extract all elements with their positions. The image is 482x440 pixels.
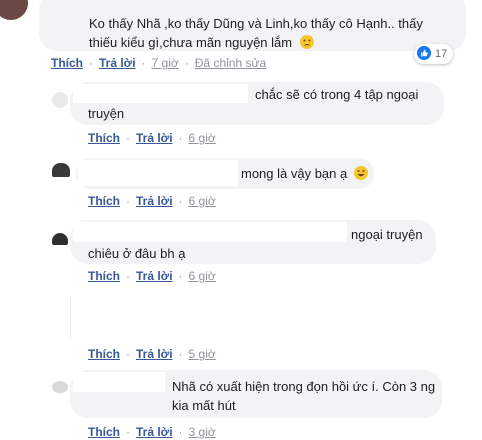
- comment-bubble: Ko thấy Nhã ,ko thấy Dũng và Linh,ko thấ…: [39, 0, 466, 51]
- reply-link[interactable]: Trả lời: [99, 56, 136, 70]
- comment-actions: Thích · Trả lời · 6 giờ: [88, 131, 216, 145]
- reaction-count-value: 17: [435, 48, 448, 60]
- like-link[interactable]: Thích: [88, 269, 120, 283]
- comment-actions: Thích · Trả lời · 6 giờ: [88, 194, 216, 208]
- reaction-count[interactable]: 17: [414, 44, 454, 64]
- comment-text-line: Ko thấy Nhã ,ko thấy Dũng và Linh,ko thấ…: [89, 16, 423, 31]
- comment-text-line: mong là vậy bạn ạ: [241, 166, 348, 181]
- reply-link[interactable]: Trả lời: [136, 347, 173, 361]
- avatar[interactable]: [52, 163, 70, 177]
- reply-link[interactable]: Trả lời: [136, 425, 173, 439]
- comment-text-line: truyện: [88, 106, 125, 121]
- like-link[interactable]: Thích: [51, 56, 83, 70]
- comment-text-line: chắc sẽ có trong 4 tập ngoại: [255, 87, 419, 102]
- comment-text-line: kia mất hút: [172, 398, 236, 413]
- comment-actions: Thích · Trả lời · 5 giờ: [88, 347, 216, 361]
- redacted-name: [78, 160, 238, 186]
- like-link[interactable]: Thích: [88, 425, 120, 439]
- timestamp[interactable]: 6 giờ: [189, 194, 216, 208]
- comment-actions: Thích · Trả lời · 6 giờ: [88, 269, 216, 283]
- like-link[interactable]: Thích: [88, 347, 120, 361]
- redacted-name: [73, 222, 347, 242]
- avatar[interactable]: [52, 233, 68, 245]
- avatar[interactable]: [0, 0, 28, 20]
- reply-link[interactable]: Trả lời: [136, 194, 173, 208]
- timestamp[interactable]: 5 giờ: [189, 347, 216, 361]
- redacted-name: [73, 84, 248, 103]
- disappointed-face-emoji-icon: [299, 35, 314, 49]
- comment-text-line: thiếu kiểu gì,chưa mãn nguyện lắm: [89, 35, 293, 50]
- comment-actions: Thích · Trả lời · 3 giờ: [88, 425, 216, 439]
- like-link[interactable]: Thích: [88, 131, 120, 145]
- timestamp[interactable]: 6 giờ: [189, 131, 216, 145]
- comment-actions: Thích · Trả lời · 7 giờ · Đã chỉnh sửa: [51, 56, 267, 70]
- edited-label[interactable]: Đã chỉnh sửa: [195, 56, 266, 70]
- reply-link[interactable]: Trả lời: [136, 131, 173, 145]
- comment-text-line: ngoại truyện: [351, 227, 423, 242]
- timestamp[interactable]: 3 giờ: [189, 425, 216, 439]
- comment-text-line: Nhã có xuất hiện trong đọn hồi ức í. Còn…: [172, 379, 436, 394]
- avatar[interactable]: [52, 381, 68, 393]
- grinning-face-emoji-icon: [353, 166, 368, 180]
- avatar[interactable]: [52, 92, 68, 108]
- redacted-name: [73, 372, 165, 392]
- redacted-comment: [70, 296, 471, 340]
- comment-text-line: chiêu ở đâu bh ạ: [88, 246, 186, 261]
- like-reaction-icon: [417, 46, 431, 60]
- timestamp[interactable]: 6 giờ: [189, 269, 216, 283]
- timestamp[interactable]: 7 giờ: [152, 56, 179, 70]
- reply-link[interactable]: Trả lời: [136, 269, 173, 283]
- like-link[interactable]: Thích: [88, 194, 120, 208]
